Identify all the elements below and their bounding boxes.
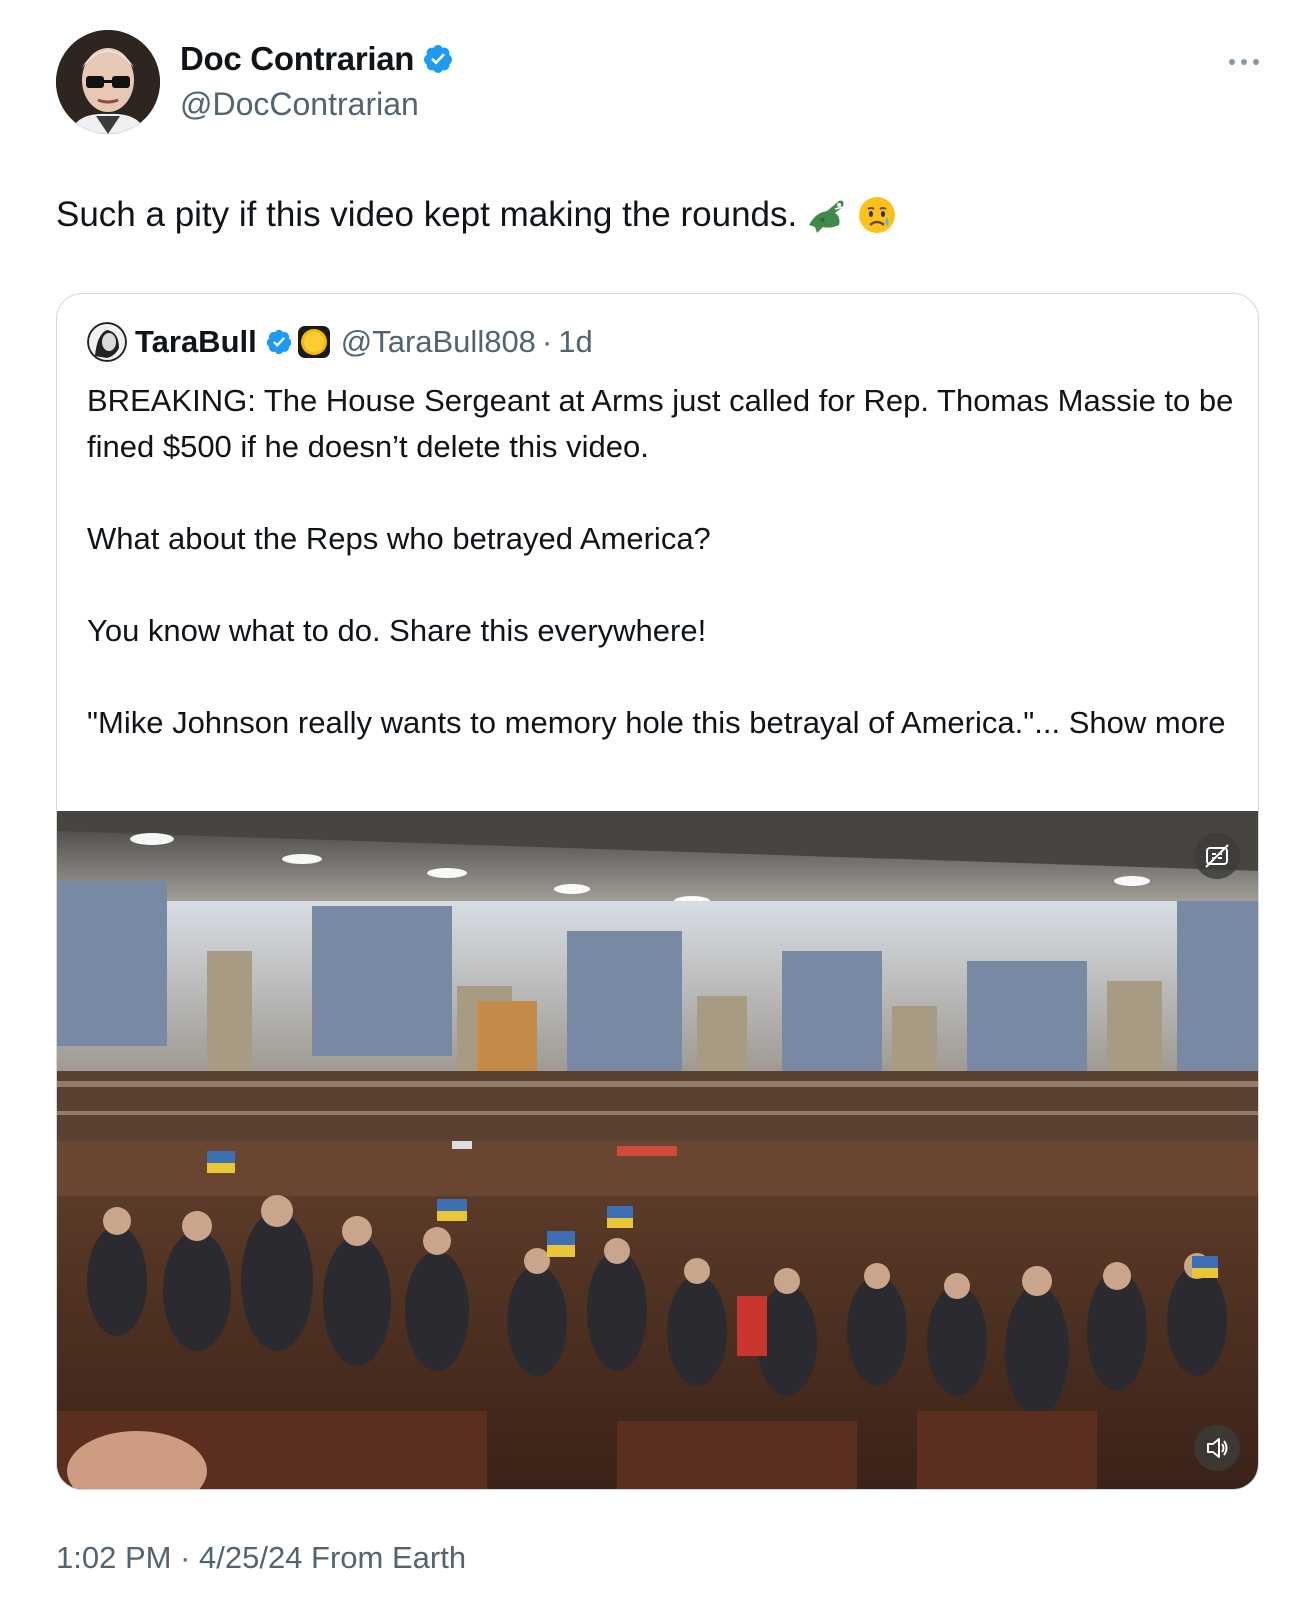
quoted-verified-badge-icon[interactable] <box>265 328 293 356</box>
volume-button[interactable] <box>1194 1425 1240 1471</box>
tweet-timestamp[interactable]: 1:02 PM · 4/25/24 From Earth <box>56 1540 466 1576</box>
crocodile-emoji-icon <box>809 200 844 233</box>
captions-button[interactable] <box>1194 833 1240 879</box>
quoted-display-name[interactable]: TaraBull <box>135 324 257 360</box>
volume-icon <box>1207 1438 1228 1458</box>
author-display-name[interactable]: Doc Contrarian <box>180 40 414 78</box>
quoted-tweet-header: TaraBull @TaraBull808 · 1d <box>87 322 593 362</box>
tweet-text-row: Such a pity if this video kept making th… <box>56 195 897 235</box>
video-frame <box>57 811 1258 1489</box>
gold-coin-badge-icon <box>297 326 330 358</box>
author-avatar[interactable] <box>56 30 160 134</box>
quoted-paragraph: BREAKING: The House Sergeant at Arms jus… <box>87 383 1234 464</box>
quoted-tweet-card[interactable]: TaraBull @TaraBull808 · 1d BREAKING: The… <box>56 293 1259 1490</box>
quoted-paragraph-last: "Mike Johnson really wants to memory hol… <box>87 700 1237 746</box>
author-name-row: Doc Contrarian <box>180 40 454 78</box>
quoted-author-avatar[interactable] <box>87 322 127 362</box>
quoted-separator: · <box>541 324 553 359</box>
quoted-paragraph: You know what to do. Share this everywhe… <box>87 613 707 648</box>
more-options-icon[interactable] <box>1224 50 1264 74</box>
show-more-link[interactable]: Show more <box>1069 705 1226 740</box>
quoted-handle[interactable]: @TaraBull808 <box>341 324 536 360</box>
tweet-text: Such a pity if this video kept making th… <box>56 195 798 234</box>
quoted-time[interactable]: 1d <box>558 324 592 360</box>
quoted-avatar-image <box>87 322 127 362</box>
captions-off-icon <box>1205 844 1229 868</box>
avatar-image <box>56 30 160 134</box>
sad-relieved-face-emoji-icon <box>859 197 896 233</box>
author-handle[interactable]: @DocContrarian <box>180 86 419 123</box>
verified-badge-icon[interactable] <box>422 43 454 75</box>
video-player[interactable] <box>57 811 1258 1489</box>
quoted-paragraph: What about the Reps who betrayed America… <box>87 521 711 556</box>
quoted-paragraph-text: "Mike Johnson really wants to memory hol… <box>87 705 1061 740</box>
quoted-tweet-body: BREAKING: The House Sergeant at Arms jus… <box>87 378 1237 746</box>
